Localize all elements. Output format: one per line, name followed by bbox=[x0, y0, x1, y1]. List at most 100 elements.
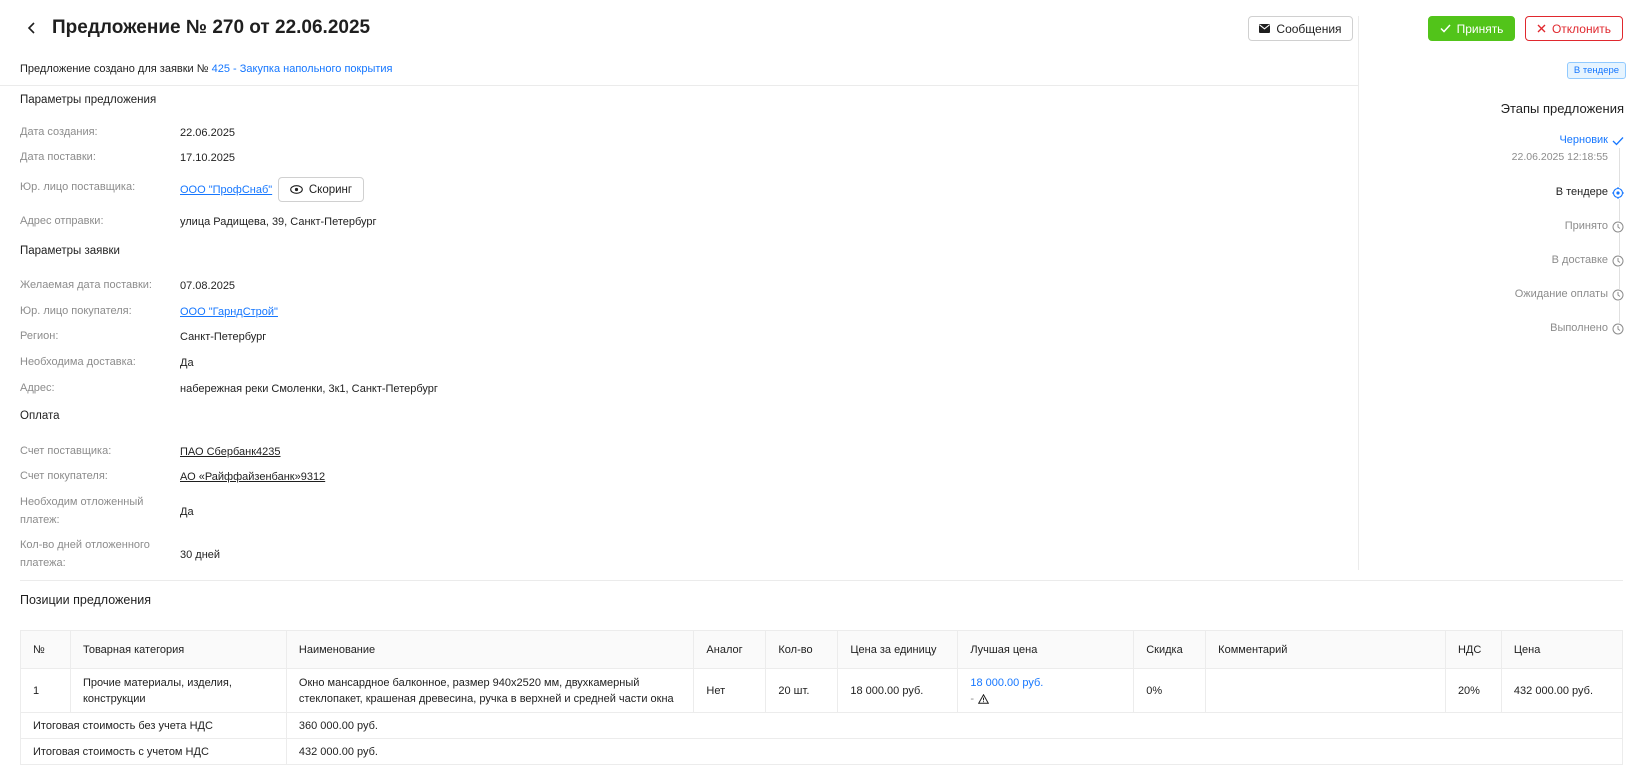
buyer-account-label: Счет покупателя: bbox=[20, 470, 108, 482]
deferred-days-label-line1: Кол-во дней отложенного bbox=[20, 539, 150, 551]
mail-icon bbox=[1259, 24, 1271, 33]
current-stage-icon bbox=[1612, 187, 1624, 199]
scoring-button[interactable]: Скоринг bbox=[278, 177, 364, 202]
cell-name-line1: Окно мансардное балконное, размер 940х25… bbox=[298, 676, 640, 689]
clock-icon bbox=[1612, 289, 1624, 301]
request-link[interactable]: 425 - Закупка напольного покрытия bbox=[212, 63, 393, 75]
best-price-sub: - bbox=[970, 692, 975, 705]
accept-label: Принять bbox=[1456, 21, 1504, 36]
supplier-link[interactable]: ООО "ПрофСнаб" bbox=[180, 184, 272, 196]
region-label: Регион: bbox=[20, 330, 59, 342]
stage-accepted: Принято bbox=[1564, 220, 1608, 232]
cell-qty: 20 шт. bbox=[765, 668, 839, 713]
check-icon bbox=[1612, 135, 1624, 147]
close-icon bbox=[1537, 24, 1546, 33]
stage-completed: Выполнено bbox=[1550, 322, 1608, 334]
request-params-title: Параметры заявки bbox=[20, 245, 120, 257]
total-no-vat-label: Итоговая стоимость без учета НДС bbox=[20, 712, 287, 739]
column-header: Цена за единицу bbox=[837, 630, 959, 669]
column-header: Скидка bbox=[1133, 630, 1207, 669]
page-title: Предложение № 270 от 22.06.2025 bbox=[52, 17, 371, 38]
column-header: Лучшая цена bbox=[957, 630, 1135, 669]
column-header: Аналог bbox=[693, 630, 767, 669]
positions-title: Позиции предложения bbox=[20, 593, 152, 607]
buyer-link[interactable]: ООО "ГарндСтрой" bbox=[180, 306, 278, 318]
column-header: Товарная категория bbox=[69, 630, 287, 669]
cell-name: Окно мансардное балконное, размер 940х25… bbox=[285, 668, 695, 713]
supplier-account-label: Счет поставщика: bbox=[20, 445, 112, 457]
delivery-date-label: Дата поставки: bbox=[20, 151, 96, 163]
best-price-link[interactable]: 18 000.00 руб. bbox=[970, 675, 1121, 691]
deferred-days-label-line2: платежа: bbox=[20, 557, 66, 569]
chevron-left-icon bbox=[27, 22, 35, 34]
deferred-payment-label: Необходим отложенный платеж: bbox=[20, 493, 143, 529]
buyer-account-link[interactable]: АО «Райффайзенбанк»9312 bbox=[180, 471, 325, 483]
cell-analog: Нет bbox=[693, 668, 767, 713]
buyer-label: Юр. лицо покупателя: bbox=[20, 305, 132, 317]
clock-icon bbox=[1612, 221, 1624, 233]
reject-button[interactable]: Отклонить bbox=[1525, 16, 1623, 41]
clock-icon bbox=[1612, 255, 1624, 267]
request-line: Предложение создано для заявки № 425 - З… bbox=[20, 63, 393, 75]
column-header: Наименование bbox=[285, 630, 695, 669]
desired-date-value: 07.08.2025 bbox=[180, 280, 236, 292]
eye-icon bbox=[290, 185, 303, 194]
cell-category-line1: Прочие материалы, изделия, bbox=[82, 676, 232, 689]
divider bbox=[0, 85, 1358, 86]
column-header: Комментарий bbox=[1205, 630, 1446, 669]
stage-draft-date: 22.06.2025 12:18:55 bbox=[1511, 151, 1608, 163]
warning-icon bbox=[978, 693, 990, 704]
cell-discount: 0% bbox=[1133, 668, 1207, 713]
cell-unit-price: 18 000.00 руб. bbox=[837, 668, 959, 713]
deferred-payment-label-line2: платеж: bbox=[20, 514, 60, 526]
table-row: 1 Прочие материалы, изделия, конструкции… bbox=[20, 668, 1624, 713]
table-header-row: № Товарная категория Наименование Аналог… bbox=[20, 630, 1624, 669]
total-no-vat-value: 360 000.00 руб. bbox=[285, 712, 1624, 739]
request-prefix: Предложение создано для заявки № bbox=[20, 63, 209, 75]
payment-title: Оплата bbox=[20, 410, 60, 422]
cell-comment bbox=[1205, 668, 1446, 713]
total-vat-label: Итоговая стоимость с учетом НДС bbox=[20, 738, 287, 765]
delivery-needed-label: Необходима доставка: bbox=[20, 356, 136, 368]
divider-vertical bbox=[1358, 16, 1359, 570]
positions-table: № Товарная категория Наименование Аналог… bbox=[20, 630, 1624, 765]
messages-label: Сообщения bbox=[1276, 21, 1342, 36]
reject-label: Отклонить bbox=[1551, 21, 1612, 36]
address-value: набережная реки Смоленки, 3к1, Санкт-Пет… bbox=[180, 383, 438, 395]
delivery-needed-value: Да bbox=[180, 357, 194, 369]
delivery-date-value: 17.10.2025 bbox=[180, 152, 236, 164]
column-header: № bbox=[20, 630, 71, 669]
stages-title: Этапы предложения bbox=[1500, 101, 1624, 116]
scoring-label: Скоринг bbox=[308, 183, 353, 196]
offer-params-title: Параметры предложения bbox=[20, 94, 157, 106]
stage-awaiting-payment: Ожидание оплаты bbox=[1514, 288, 1608, 300]
deferred-days-label: Кол-во дней отложенного платежа: bbox=[20, 536, 150, 572]
deferred-payment-label-line1: Необходим отложенный bbox=[20, 496, 144, 508]
address-label: Адрес: bbox=[20, 382, 55, 394]
cell-best-price: 18 000.00 руб. - bbox=[957, 668, 1135, 713]
cell-num: 1 bbox=[20, 668, 71, 713]
back-button[interactable] bbox=[22, 18, 42, 38]
total-row-no-vat: Итоговая стоимость без учета НДС 360 000… bbox=[20, 712, 1624, 739]
ship-address-label: Адрес отправки: bbox=[20, 215, 104, 227]
check-icon bbox=[1440, 24, 1451, 33]
desired-date-label: Желаемая дата поставки: bbox=[20, 279, 152, 291]
stage-draft: Черновик bbox=[1559, 134, 1608, 146]
cell-category-line2: конструкции bbox=[82, 692, 146, 705]
accept-button[interactable]: Принять bbox=[1428, 16, 1515, 41]
stage-delivery: В доставке bbox=[1551, 254, 1608, 266]
column-header: НДС bbox=[1444, 630, 1502, 669]
created-value: 22.06.2025 bbox=[180, 127, 236, 139]
stages-timeline-line bbox=[1619, 148, 1620, 328]
cell-category: Прочие материалы, изделия, конструкции bbox=[69, 668, 287, 713]
divider bbox=[20, 580, 1623, 581]
cell-price: 432 000.00 руб. bbox=[1500, 668, 1624, 713]
deferred-payment-value: Да bbox=[180, 506, 194, 518]
cell-vat: 20% bbox=[1444, 668, 1502, 713]
supplier-account-link[interactable]: ПАО Сбербанк4235 bbox=[180, 446, 281, 458]
ship-address-value: улица Радищева, 39, Санкт-Петербург bbox=[180, 216, 377, 228]
created-label: Дата создания: bbox=[20, 126, 98, 138]
clock-icon bbox=[1612, 323, 1624, 335]
total-row-vat: Итоговая стоимость с учетом НДС 432 000.… bbox=[20, 738, 1624, 765]
messages-button[interactable]: Сообщения bbox=[1248, 16, 1353, 41]
